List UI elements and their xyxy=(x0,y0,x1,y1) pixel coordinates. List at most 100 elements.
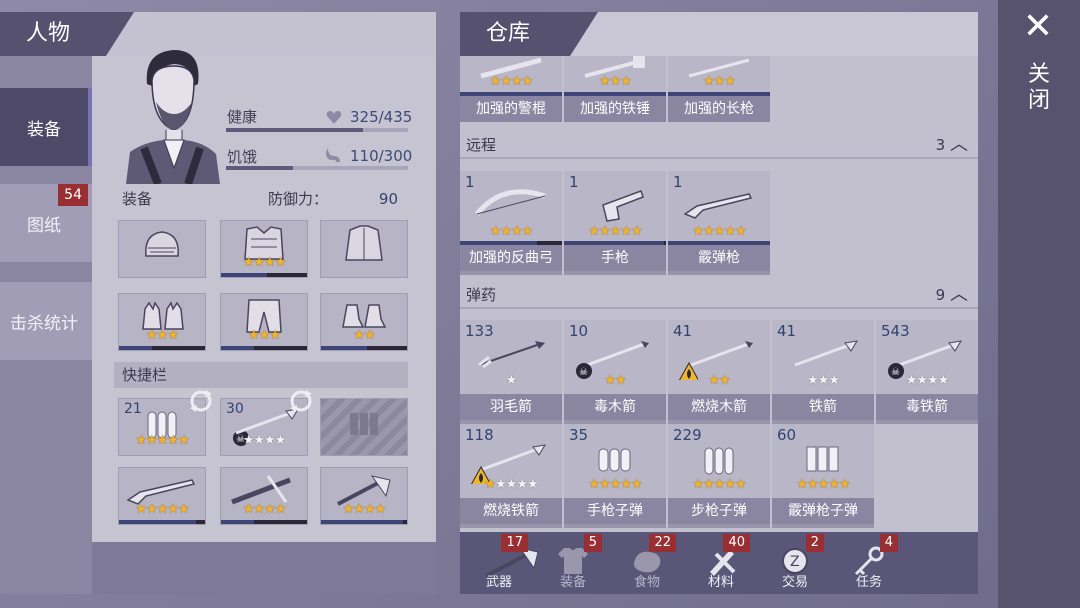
gold-star-icon: ★ xyxy=(692,477,704,492)
gear-slot[interactable] xyxy=(118,220,206,278)
storage-item[interactable]: 229 ★★★★★ 步枪子弹 xyxy=(668,424,770,528)
quickbar-slot[interactable]: ★★★★ xyxy=(320,467,408,525)
blueprints-badge: 54 xyxy=(58,184,88,206)
chevron-up-icon[interactable]: ︿ xyxy=(950,284,968,305)
gold-star-icon: ★ xyxy=(609,224,622,239)
gold-star-icon: ★ xyxy=(630,477,643,492)
close-button[interactable]: 关闭 xyxy=(1028,62,1052,114)
storage-title: 仓库 xyxy=(460,12,598,56)
tab-blueprints[interactable]: 图纸 54 xyxy=(0,184,92,262)
item-label: 燃烧木箭 xyxy=(668,394,770,420)
gold-star-icon: ★ xyxy=(604,373,616,388)
gold-star-icon: ★ xyxy=(703,477,715,492)
gear-slot[interactable] xyxy=(320,220,408,278)
iron-arrow-icon xyxy=(782,334,864,374)
gold-star-icon: ★ xyxy=(146,328,158,343)
gear-slot[interactable]: ★★ xyxy=(320,293,408,351)
gold-star-icon: ★ xyxy=(264,255,276,270)
chevron-up-icon[interactable]: ︿ xyxy=(950,134,968,155)
item-label: 霰弹枪 xyxy=(668,245,770,271)
durability-bar xyxy=(221,346,257,350)
storage-item[interactable]: ★★★ 加强的长枪 xyxy=(668,56,770,122)
ranged-category[interactable]: 远程 3 ︿ xyxy=(460,131,978,159)
item-label: 加强的警棍 xyxy=(460,96,562,122)
tab-kill-stats[interactable]: 击杀统计 xyxy=(0,282,92,360)
durability-bar xyxy=(119,520,199,524)
quickbar-slot[interactable] xyxy=(320,398,408,456)
gold-star-icon: ★ xyxy=(828,477,840,492)
gold-star-icon: ★ xyxy=(248,328,260,343)
white-star-icon: ★ xyxy=(516,477,528,492)
item-label: 霰弹枪子弹 xyxy=(772,498,874,524)
health-bar xyxy=(226,128,408,132)
quickbar-slot[interactable]: ★★★★★ xyxy=(118,467,206,525)
item-label: 铁箭 xyxy=(772,394,874,420)
storage-item[interactable]: 35 ★★★★★ 手枪子弹 xyxy=(564,424,666,528)
storage-tab[interactable]: 22 食物 xyxy=(610,532,684,594)
tab-label: 食物 xyxy=(633,575,660,590)
gold-star-icon: ★ xyxy=(353,328,365,343)
gold-star-icon: ★ xyxy=(796,477,808,492)
gold-star-icon: ★ xyxy=(724,224,736,239)
ammo-category[interactable]: 弹药 9 ︿ xyxy=(460,281,978,309)
hunger-value: 110/300 xyxy=(350,147,413,165)
storage-item[interactable]: ★★★★ 加强的警棍 xyxy=(460,56,562,122)
storage-item[interactable]: 10 ☠ ★★ 毒木箭 xyxy=(564,320,666,424)
storage-item[interactable]: 1 ★★★★ 加强的反曲弓 xyxy=(460,171,562,275)
durability-bar xyxy=(221,273,270,277)
gold-star-icon: ★ xyxy=(135,502,147,517)
gold-star-icon: ★ xyxy=(708,373,720,388)
gear-slot[interactable]: ★★★★ xyxy=(220,220,308,278)
storage-item[interactable]: 1 ★★★★★ 霰弹枪 xyxy=(668,171,770,275)
gold-star-icon: ★ xyxy=(264,502,276,517)
white-star-icon: ★ xyxy=(505,477,518,492)
gold-star-icon: ★ xyxy=(489,74,502,89)
storage-item[interactable]: 60 ★★★★★ 霰弹枪子弹 xyxy=(772,424,874,528)
hunger-label: 饥饿 xyxy=(227,148,258,166)
gold-star-icon: ★ xyxy=(242,255,255,270)
storage-item[interactable]: 1 ★★★★★ 手枪 xyxy=(564,171,666,275)
gold-star-icon: ★ xyxy=(374,502,387,517)
white-star-icon: ★ xyxy=(916,373,928,388)
character-portrait xyxy=(122,44,222,186)
tab-label: 武器 xyxy=(485,575,512,590)
gold-star-icon: ★ xyxy=(489,224,502,239)
storage-item[interactable]: 543 ☠ ★★★★ 毒铁箭 xyxy=(876,320,978,424)
swap-icon[interactable] xyxy=(186,388,216,414)
ammo-count: 9 xyxy=(935,286,946,304)
gold-star-icon: ★ xyxy=(620,477,632,492)
storage-item[interactable]: 118 ★★★★★ 燃烧铁箭 xyxy=(460,424,562,528)
item-label: 毒木箭 xyxy=(564,394,666,420)
gold-star-icon: ★ xyxy=(167,328,179,343)
gold-star-icon: ★ xyxy=(724,74,736,89)
gold-star-icon: ★ xyxy=(353,502,365,517)
gear-slot[interactable]: ★★★ xyxy=(220,293,308,351)
storage-tab[interactable]: 4 任务 xyxy=(832,532,906,594)
gold-star-icon: ★ xyxy=(274,255,287,270)
storage-item[interactable]: 41 ★★★ 铁箭 xyxy=(772,320,874,424)
white-star-icon: ★ xyxy=(807,373,819,388)
close-icon[interactable]: ✕ xyxy=(1022,9,1054,45)
hunger-bar xyxy=(226,166,408,170)
storage-item[interactable]: 41 ★★ 燃烧木箭 xyxy=(668,320,770,424)
gold-star-icon: ★ xyxy=(274,502,287,517)
storage-tab[interactable]: 17 武器 xyxy=(462,532,539,594)
gold-star-icon: ★ xyxy=(713,224,726,239)
storage-item[interactable]: ★★★ 加强的铁锤 xyxy=(564,56,666,122)
quickbar-slot[interactable]: ★★★★ xyxy=(220,467,308,525)
tab-equipment[interactable]: 装备 xyxy=(0,88,92,166)
storage-tab[interactable]: Z 2 交易 xyxy=(758,532,832,594)
durability-bar xyxy=(221,520,257,524)
gold-star-icon: ★ xyxy=(609,74,622,89)
storage-tab[interactable]: 5 装备 xyxy=(536,532,610,594)
gold-star-icon: ★ xyxy=(177,433,190,448)
storage-tab[interactable]: 40 材料 xyxy=(684,532,758,594)
gear-slot[interactable]: ★★★ xyxy=(118,293,206,351)
item-label: 羽毛箭 xyxy=(460,394,562,420)
pistol-ammo-icon xyxy=(574,438,656,478)
rifle-ammo-icon xyxy=(678,438,760,478)
swap-icon[interactable] xyxy=(286,388,316,414)
item-label: 加强的反曲弓 xyxy=(460,245,562,271)
storage-item[interactable]: 133 ★ 羽毛箭 xyxy=(460,320,562,424)
gold-star-icon: ★ xyxy=(242,502,255,517)
